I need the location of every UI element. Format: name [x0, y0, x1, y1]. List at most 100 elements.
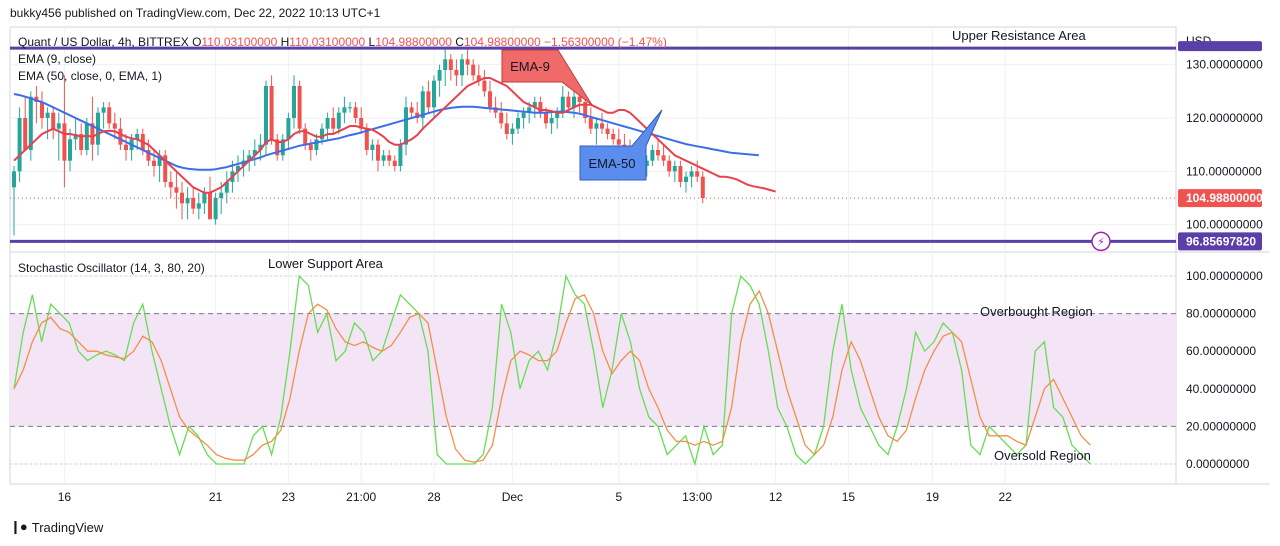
candle-body: [667, 160, 672, 172]
symbol-ohlc-line: Quant / US Dollar, 4h, BITTREX O 110.0310…: [18, 35, 667, 49]
candle-body: [544, 112, 548, 124]
time-tick-label: 22: [999, 490, 1013, 504]
candle-body: [611, 134, 616, 140]
ohlc-fragment: H: [281, 35, 290, 49]
ohlc-fragment: −1.56300000 (−1.47%): [544, 35, 667, 49]
candle-body: [213, 198, 218, 220]
stoch-tick-label: 20.00000000: [1186, 419, 1256, 433]
resistance-price-badge: [1178, 41, 1262, 52]
candle-body: [510, 128, 515, 134]
time-tick-label: Dec: [502, 490, 523, 504]
time-tick-label: 13:00: [682, 490, 712, 504]
candle-body: [432, 80, 436, 108]
candle-body: [196, 203, 201, 209]
candle-body: [448, 59, 453, 70]
candle-body: [443, 59, 448, 70]
alert-bolt-glyph: ⚡: [1097, 236, 1105, 248]
candle-body: [566, 96, 571, 108]
candle-body: [286, 118, 291, 140]
candle-body: [331, 118, 336, 129]
tradingview-logo[interactable]: ❙● TradingView: [10, 519, 103, 535]
price-chart[interactable]: USD130.00000000120.00000000110.000000001…: [0, 0, 1280, 546]
candle-body: [101, 107, 106, 113]
candle-body: [168, 182, 173, 188]
price-tick-label: 120.00000000: [1186, 111, 1263, 125]
stoch-tick-label: 60.00000000: [1186, 344, 1256, 358]
time-tick-label: 19: [926, 490, 940, 504]
ema-lines: [13, 77, 776, 194]
candle-body: [348, 107, 352, 109]
candle-body: [437, 70, 442, 81]
candle-body: [672, 166, 677, 172]
candle-body: [56, 123, 61, 129]
candle-body: [661, 155, 666, 161]
candle-body: [521, 112, 526, 118]
ohlc-fragment: Quant / US Dollar, 4h, BITTREX: [18, 35, 192, 49]
time-tick-label: 5: [615, 490, 622, 504]
time-tick-label: 12: [769, 490, 783, 504]
ohlc-fragment: 110.03100000: [289, 35, 368, 49]
candle-body: [353, 107, 358, 118]
candle-body: [68, 139, 72, 161]
candle-body: [454, 70, 459, 76]
price-tick-label: 100.00000000: [1186, 218, 1263, 232]
time-tick-label: 15: [842, 490, 856, 504]
candle-body: [292, 86, 296, 118]
support-price-label: 96.85697820: [1186, 234, 1256, 248]
candle-body: [387, 155, 392, 161]
time-tick-label: 21:00: [346, 490, 376, 504]
candle-body: [594, 123, 599, 129]
stoch-legend: Stochastic Oscillator (14, 3, 80, 20): [18, 261, 205, 275]
candle-body: [549, 118, 554, 124]
candle-body: [504, 123, 509, 134]
ohlc-fragment: 104.98800000: [464, 35, 544, 49]
ema9-line: [13, 77, 776, 194]
ema9-callout-label: EMA-9: [510, 59, 550, 74]
candle-body: [471, 64, 476, 76]
candle-body: [616, 139, 621, 145]
candle-body: [320, 128, 324, 140]
ema9-legend: EMA (9, close): [18, 52, 96, 66]
oversold-label: Oversold Region: [994, 448, 1091, 463]
candle-body: [588, 118, 593, 129]
candle-body: [325, 118, 330, 129]
stoch-band-fill: [10, 313, 1176, 427]
candle-body: [112, 123, 117, 129]
candle-body: [264, 86, 268, 145]
candle-body: [516, 118, 520, 129]
candle-body: [308, 144, 313, 150]
candle-body: [404, 107, 408, 145]
candle-body: [17, 118, 22, 172]
overbought-label: Overbought Region: [980, 304, 1093, 319]
tv-logo-icon: ❙●: [10, 519, 28, 534]
candle-body: [297, 86, 302, 129]
candle-body: [191, 198, 196, 209]
time-tick-label: 23: [282, 490, 296, 504]
candle-body: [499, 112, 504, 124]
lower-support-label: Lower Support Area: [268, 256, 384, 271]
candle-body: [426, 91, 431, 108]
candle-body: [482, 80, 487, 92]
candle-body: [219, 192, 224, 198]
candle-body: [678, 166, 683, 182]
candle-body: [174, 187, 179, 193]
ema50-legend: EMA (50, close, 0, EMA, 1): [18, 69, 162, 83]
candle-body: [560, 96, 565, 113]
price-tick-label: 110.00000000: [1186, 164, 1262, 178]
candle-body: [684, 176, 688, 182]
ohlc-fragment: 104.98800000: [375, 35, 455, 49]
candle-body: [12, 171, 16, 188]
candle-body: [62, 123, 67, 161]
candle-body: [40, 102, 44, 118]
candle-body: [152, 160, 156, 166]
candle-body: [124, 144, 128, 150]
stoch-tick-label: 80.00000000: [1186, 307, 1256, 321]
candle-body: [398, 144, 403, 166]
candle-body: [460, 59, 464, 76]
ohlc-fragment: O: [192, 35, 201, 49]
candle-body: [600, 123, 604, 129]
candle-body: [208, 192, 212, 220]
candle-body: [700, 176, 705, 198]
candle-body: [689, 171, 694, 177]
candle-body: [465, 59, 470, 65]
